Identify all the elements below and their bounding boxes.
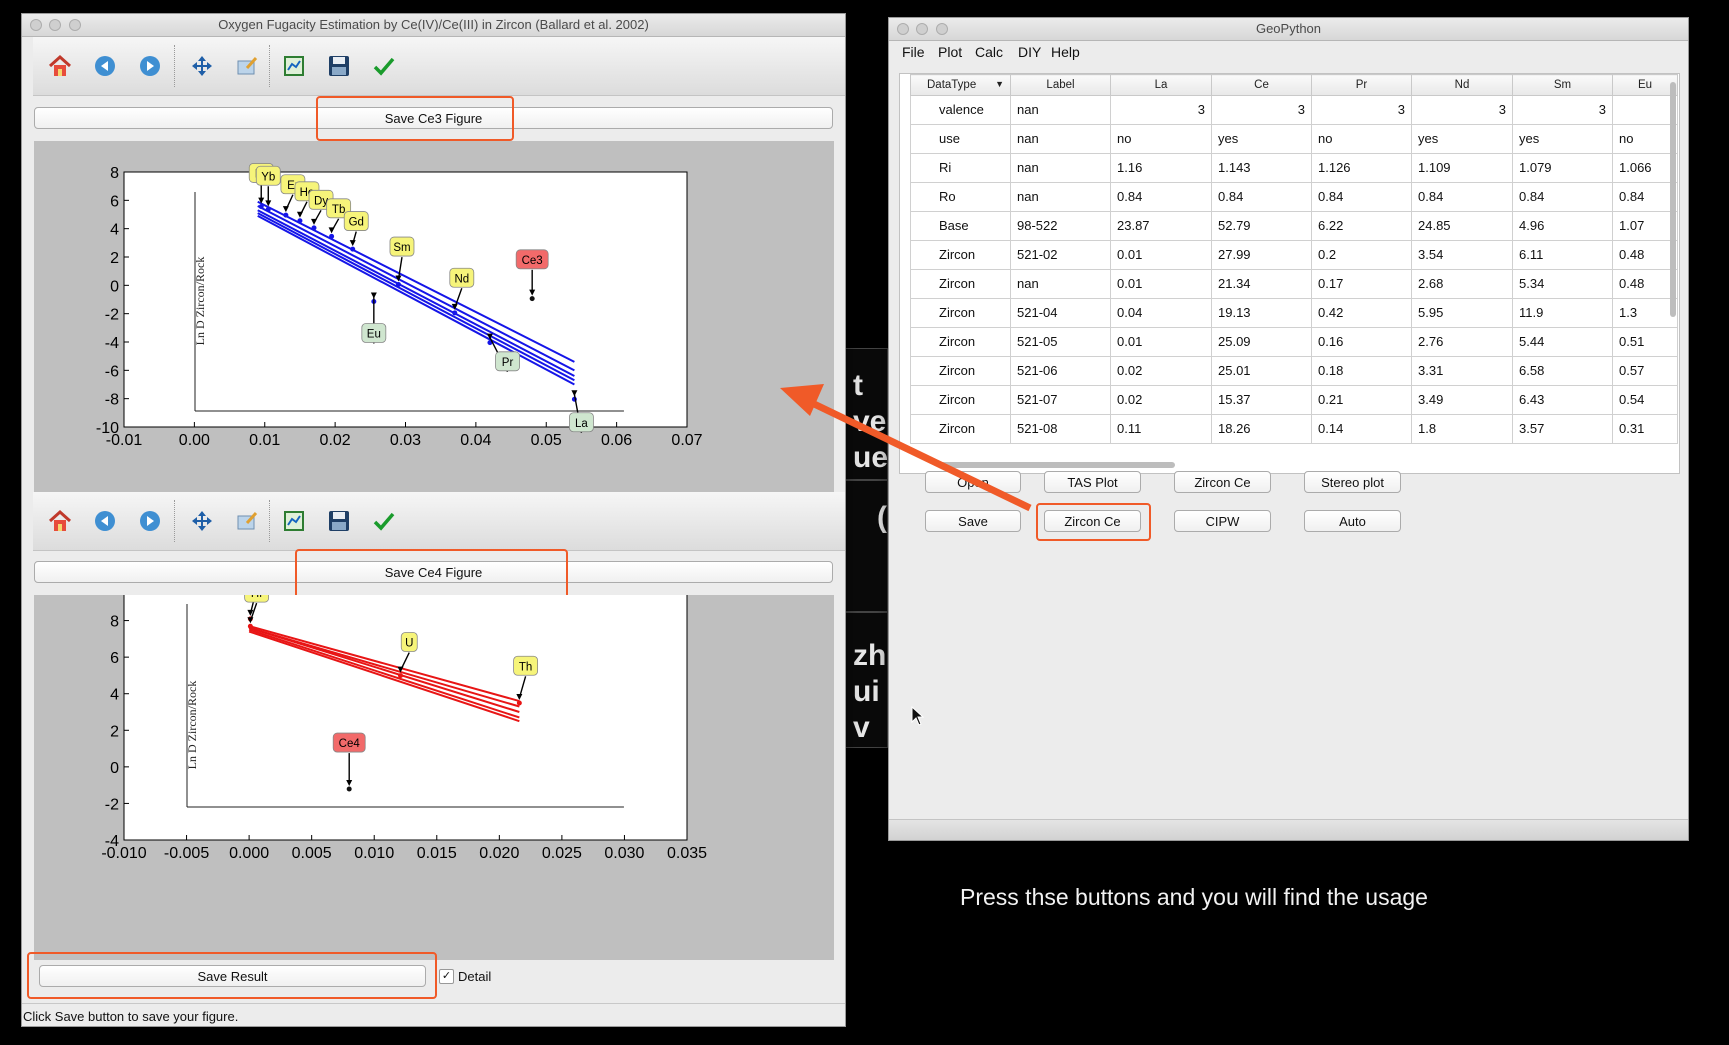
- annotation-arrow: [780, 384, 1032, 512]
